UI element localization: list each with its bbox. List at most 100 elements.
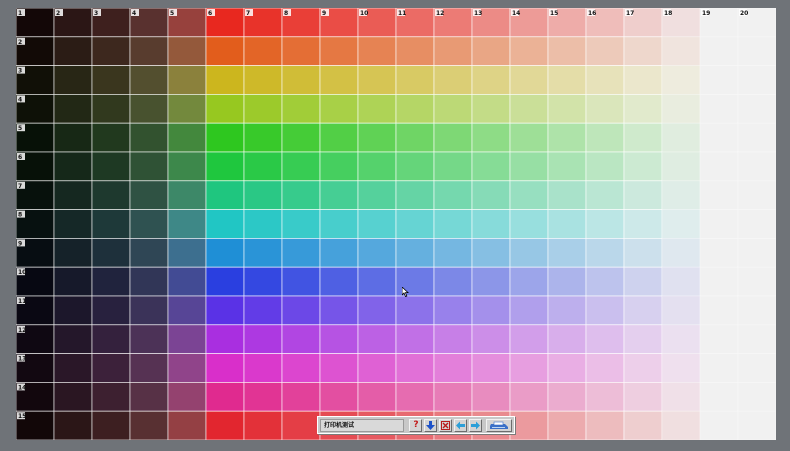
color-swatch — [509, 209, 549, 239]
color-swatch — [357, 36, 397, 66]
color-swatch — [699, 381, 739, 412]
color-swatch — [91, 266, 131, 297]
right-arrow-icon — [471, 421, 481, 429]
color-swatch — [661, 410, 701, 440]
color-swatch — [585, 353, 625, 383]
color-swatch — [547, 324, 587, 354]
color-swatch — [699, 122, 739, 153]
color-swatch — [243, 209, 283, 239]
color-swatch — [319, 94, 359, 124]
row-label: 12 — [18, 327, 26, 334]
color-swatch — [585, 237, 625, 268]
color-swatch — [129, 151, 169, 182]
color-swatch — [585, 65, 625, 95]
color-swatch — [129, 295, 169, 326]
color-swatch — [585, 381, 625, 412]
color-swatch — [243, 237, 283, 268]
color-swatch — [433, 94, 473, 124]
color-swatch — [167, 381, 207, 412]
column-label: 12 — [436, 10, 444, 17]
color-swatch — [53, 65, 93, 95]
color-swatch — [91, 237, 131, 268]
column-label: 14 — [512, 10, 520, 17]
left-arrow-icon — [456, 421, 466, 429]
printer-icon — [490, 421, 509, 429]
color-swatch — [433, 237, 473, 268]
color-swatch — [471, 151, 511, 182]
column-label: 9 — [322, 10, 326, 17]
color-swatch — [547, 410, 587, 440]
color-swatch — [623, 381, 663, 412]
column-label: 15 — [550, 10, 558, 17]
color-swatch — [547, 180, 587, 211]
color-swatch — [509, 381, 549, 412]
row-label: 10 — [18, 269, 26, 276]
color-swatch — [319, 237, 359, 268]
color-swatch — [471, 36, 511, 66]
row-label: 11 — [18, 298, 26, 305]
color-swatch — [53, 410, 93, 440]
color-swatch — [395, 122, 435, 153]
color-swatch — [395, 209, 435, 239]
color-swatch — [243, 295, 283, 326]
color-swatch — [509, 237, 549, 268]
color-swatch — [471, 122, 511, 153]
color-swatch — [509, 122, 549, 153]
color-swatch — [129, 94, 169, 124]
color-swatch — [585, 410, 625, 440]
color-swatch — [91, 381, 131, 412]
color-swatch — [623, 237, 663, 268]
color-swatch — [243, 94, 283, 124]
previous-button[interactable] — [454, 418, 468, 432]
color-swatch — [205, 94, 245, 124]
color-swatch — [281, 410, 321, 440]
color-swatch — [281, 94, 321, 124]
color-swatch — [433, 295, 473, 326]
mouse-pointer-icon — [402, 287, 409, 297]
color-swatch — [395, 180, 435, 211]
print-button[interactable] — [486, 418, 513, 432]
color-swatch — [129, 353, 169, 383]
close-button[interactable] — [439, 418, 453, 432]
color-swatch — [129, 266, 169, 297]
next-button[interactable] — [469, 418, 483, 432]
color-swatch — [471, 266, 511, 297]
color-swatch — [53, 209, 93, 239]
color-swatch — [547, 353, 587, 383]
color-swatch — [129, 324, 169, 354]
row-label: 13 — [18, 356, 26, 363]
color-swatch — [661, 353, 701, 383]
color-swatch — [737, 381, 776, 412]
color-swatch — [319, 324, 359, 354]
column-label: 3 — [94, 10, 98, 17]
question-mark-icon: ? — [413, 419, 419, 430]
color-swatch — [509, 180, 549, 211]
color-swatch — [547, 65, 587, 95]
color-swatch — [623, 266, 663, 297]
color-swatch — [205, 209, 245, 239]
color-swatch — [547, 381, 587, 412]
color-swatch — [699, 180, 739, 211]
color-swatch — [129, 209, 169, 239]
color-swatch — [395, 151, 435, 182]
color-swatch — [699, 410, 739, 440]
color-swatch — [699, 94, 739, 124]
down-button[interactable] — [424, 418, 438, 432]
color-swatch — [395, 381, 435, 412]
color-swatch — [91, 122, 131, 153]
color-swatch — [243, 180, 283, 211]
color-swatch — [357, 209, 397, 239]
color-swatch — [509, 410, 549, 440]
color-swatch — [357, 266, 397, 297]
color-swatch — [357, 237, 397, 268]
color-swatch — [661, 151, 701, 182]
color-swatch — [357, 324, 397, 354]
color-swatch — [129, 410, 169, 440]
color-swatch — [205, 295, 245, 326]
color-swatch — [661, 295, 701, 326]
help-button[interactable]: ? — [409, 418, 423, 432]
color-swatch — [205, 151, 245, 182]
color-swatch — [737, 410, 776, 440]
color-swatch — [243, 266, 283, 297]
color-swatch — [319, 381, 359, 412]
